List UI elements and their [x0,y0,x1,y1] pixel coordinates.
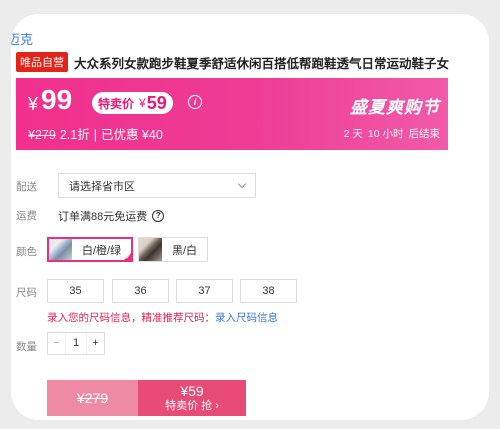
shipping-label: 运费 [16,210,37,222]
original-price: ¥279 [28,128,56,142]
price-details: ¥279 2.1折 | 已优惠 ¥40 [28,124,163,143]
coupon-text: 已优惠 ¥40 [100,128,163,142]
special-price-pill: 特卖价 ¥ 59 [92,92,173,114]
original-price-button[interactable]: ¥279 [47,380,138,416]
help-icon[interactable]: ? [152,210,165,222]
color-option-black-white[interactable]: 黑/白 [138,237,209,262]
current-price: 99 [41,84,73,115]
shoe-thumbnail [49,239,72,260]
product-title-row: 唯品自营 大众系列女款跑步鞋夏季舒适休闲百搭低帮跑鞋透气日常运动鞋子女 [16,52,483,72]
region-select-placeholder: 请选择省市区 [69,180,135,193]
quantity-minus-button[interactable]: − [48,333,65,354]
shoe-thumbnail [139,238,162,261]
countdown-hours: 10 小时 [367,128,404,140]
size-option-36[interactable]: 36 [112,279,169,303]
quantity-plus-button[interactable]: + [87,333,104,354]
special-price-currency: ¥ [139,96,146,110]
divider: | [93,128,97,142]
color-label: 颜色 [16,246,37,258]
product-title: 大众系列女款跑步鞋夏季舒适休闲百搭低帮跑鞋透气日常运动鞋子女 [74,56,450,71]
buy-now-button[interactable]: ¥59 特卖价 抢 › [138,380,246,416]
color-option-label: 黑/白 [172,244,198,257]
color-option-white-orange-green[interactable]: 白/橙/绿 ✓ [47,237,134,262]
event-logo: 盛夏爽购节 [350,98,440,117]
shipping-text: 订单满88元免运费 [58,211,148,223]
buy-price: ¥59 [180,383,204,399]
check-icon: ✓ [125,254,132,261]
discount-rate: 2.1折 [59,128,90,142]
price-banner: ¥ 99 特卖价 ¥ 59 i ¥279 2.1折 | 已优惠 ¥40 盛夏爽购… [16,78,448,150]
info-icon[interactable]: i [188,95,202,109]
product-card: 迈克 唯品自营 大众系列女款跑步鞋夏季舒适休闲百搭低帮跑鞋透气日常运动鞋子女 ¥… [11,14,489,420]
size-entry-link[interactable]: 录入尺码信息 [215,312,278,324]
chevron-down-icon [237,179,247,189]
buy-cta-label: 特卖价 抢 › [165,400,219,412]
size-note-text: 录入您的尺码信息，精准推荐尺码： [47,312,215,324]
brand-link[interactable]: 迈克 [11,29,33,48]
self-operated-badge: 唯品自营 [16,52,68,72]
quantity-label: 数量 [16,341,37,353]
size-label: 尺码 [16,287,37,299]
size-note: 录入您的尺码信息，精准推荐尺码：录入尺码信息 [47,310,278,325]
countdown: 2 天 10 小时 后结束 [344,126,440,141]
special-price-value: 59 [146,92,167,113]
quantity-value[interactable]: 1 [65,333,87,354]
size-option-35[interactable]: 35 [47,279,104,303]
countdown-suffix: 后结束 [408,128,441,140]
special-price-label: 特卖价 [98,96,135,111]
region-select[interactable]: 请选择省市区 [58,173,256,198]
size-option-38[interactable]: 38 [240,279,297,303]
countdown-days: 2 天 [343,128,363,140]
shipping-info: 订单满88元免运费 ? [58,208,165,224]
quantity-stepper: − 1 + [47,332,105,355]
size-option-37[interactable]: 37 [176,279,233,303]
delivery-label: 配送 [16,181,37,193]
price-currency: ¥ [28,94,39,114]
